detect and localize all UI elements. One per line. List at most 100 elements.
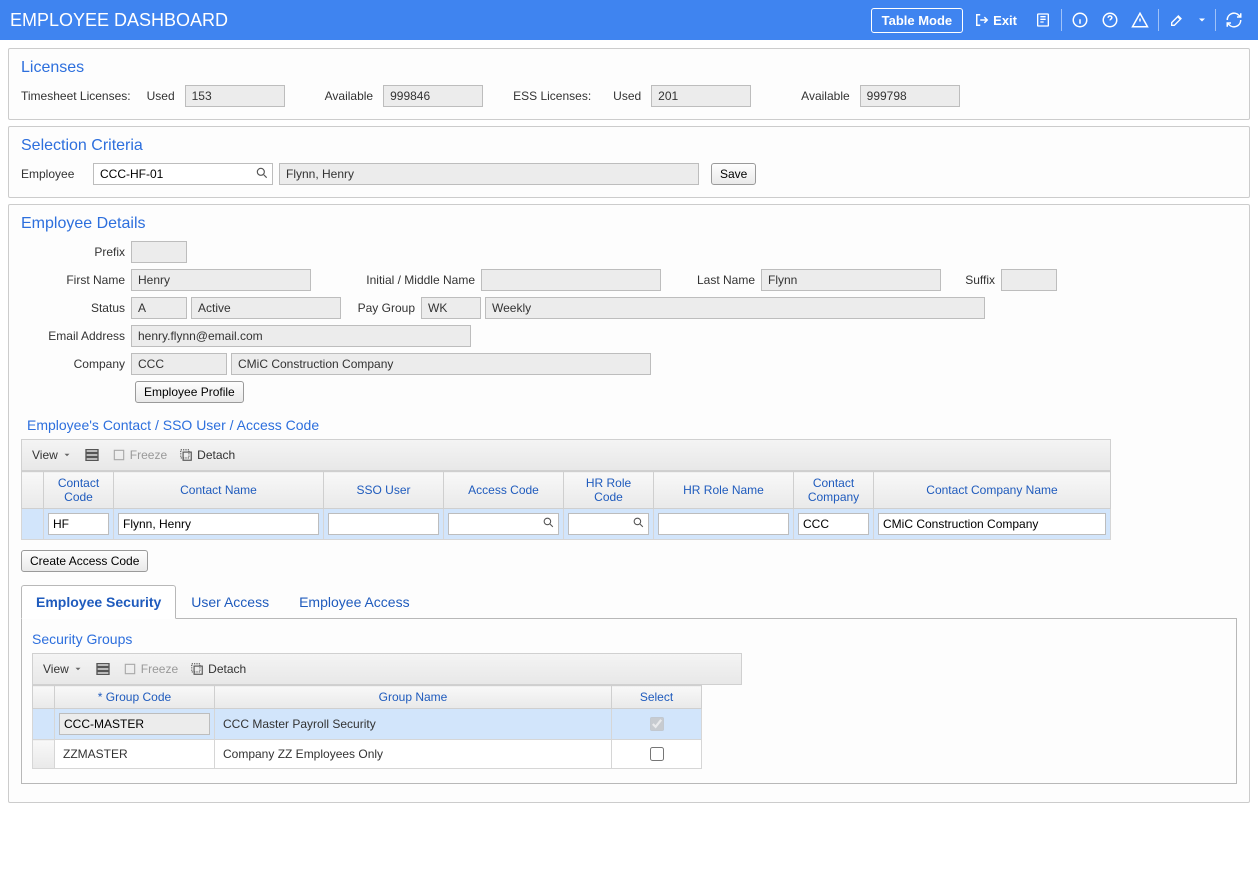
format-icon[interactable] — [95, 661, 111, 677]
status-label: Status — [21, 301, 131, 315]
col-contact-code[interactable]: Contact Code — [44, 472, 114, 509]
available-label: Available — [325, 89, 373, 103]
contact-row[interactable] — [22, 509, 1111, 540]
first-name-label: First Name — [21, 273, 131, 287]
contact-table: Contact Code Contact Name SSO User Acces… — [21, 471, 1111, 540]
paygroup-desc-field — [485, 297, 985, 319]
cell-contact-company-name[interactable] — [878, 513, 1106, 535]
email-label: Email Address — [21, 329, 131, 343]
security-row[interactable]: ZZMASTER Company ZZ Employees Only — [33, 740, 702, 769]
contact-sso-title: Employee's Contact / SSO User / Access C… — [27, 417, 1237, 433]
selection-criteria-title: Selection Criteria — [21, 137, 1237, 155]
employee-label: Employee — [21, 167, 87, 181]
ess-licenses-label: ESS Licenses: — [513, 89, 591, 103]
first-name-field — [131, 269, 311, 291]
help-icon[interactable] — [1096, 6, 1124, 34]
prefix-field — [131, 241, 187, 263]
refresh-icon[interactable] — [1220, 6, 1248, 34]
tab-employee-access[interactable]: Employee Access — [284, 585, 425, 619]
contact-toolbar: View Freeze Detach — [21, 439, 1111, 471]
detach-label: Detach — [208, 662, 246, 676]
detach-button[interactable]: Detach — [179, 448, 235, 462]
exit-button[interactable]: Exit — [969, 9, 1023, 32]
col-group-name[interactable]: Group Name — [215, 686, 612, 709]
cell-hr-role-name[interactable] — [658, 513, 789, 535]
ess-used-label: Used — [613, 89, 641, 103]
security-table: * Group Code Group Name Select CCC Maste… — [32, 685, 702, 769]
notes-icon[interactable] — [1029, 6, 1057, 34]
select-checkbox[interactable] — [650, 747, 664, 761]
info-icon[interactable] — [1066, 6, 1094, 34]
view-menu[interactable]: View — [32, 448, 72, 462]
save-button[interactable]: Save — [711, 163, 756, 185]
selection-criteria-panel: Selection Criteria Employee Save — [8, 126, 1250, 198]
view-menu[interactable]: View — [43, 662, 83, 676]
employee-details-title: Employee Details — [21, 215, 1237, 233]
paygroup-code-field — [421, 297, 481, 319]
cell-contact-code[interactable] — [48, 513, 109, 535]
col-sso-user[interactable]: SSO User — [324, 472, 444, 509]
exit-label: Exit — [993, 13, 1017, 28]
employee-profile-button[interactable]: Employee Profile — [135, 381, 244, 403]
tabs: Employee Security User Access Employee A… — [21, 584, 1237, 619]
freeze-button[interactable]: Freeze — [123, 662, 178, 676]
tab-employee-security[interactable]: Employee Security — [21, 585, 176, 619]
table-mode-button[interactable]: Table Mode — [871, 8, 964, 33]
company-label: Company — [21, 357, 131, 371]
company-code-field — [131, 353, 227, 375]
view-label: View — [43, 662, 69, 676]
freeze-button[interactable]: Freeze — [112, 448, 167, 462]
status-code-field — [131, 297, 187, 319]
col-group-code[interactable]: * Group Code — [55, 686, 215, 709]
middle-name-field — [481, 269, 661, 291]
col-hr-role-name[interactable]: HR Role Name — [654, 472, 794, 509]
suffix-label: Suffix — [941, 273, 1001, 287]
paygroup-label: Pay Group — [341, 301, 421, 315]
col-contact-name[interactable]: Contact Name — [114, 472, 324, 509]
separator — [1158, 9, 1159, 31]
last-name-label: Last Name — [661, 273, 761, 287]
freeze-label: Freeze — [141, 662, 178, 676]
status-desc-field — [191, 297, 341, 319]
col-access-code[interactable]: Access Code — [444, 472, 564, 509]
edit-icon[interactable] — [1163, 6, 1191, 34]
chevron-down-icon — [73, 664, 83, 674]
separator — [1215, 9, 1216, 31]
cell-contact-company[interactable] — [798, 513, 869, 535]
cell-hr-role-code[interactable] — [568, 513, 649, 535]
cell-group-code[interactable] — [59, 713, 210, 735]
security-groups-title: Security Groups — [32, 631, 1226, 647]
col-hr-role-code[interactable]: HR Role Code — [564, 472, 654, 509]
page-title: EMPLOYEE DASHBOARD — [10, 10, 228, 31]
exit-icon — [975, 13, 989, 27]
suffix-field — [1001, 269, 1057, 291]
create-access-code-button[interactable]: Create Access Code — [21, 550, 148, 572]
alert-icon[interactable] — [1126, 6, 1154, 34]
col-contact-company[interactable]: Contact Company — [794, 472, 874, 509]
select-checkbox[interactable] — [650, 717, 664, 731]
freeze-label: Freeze — [130, 448, 167, 462]
employee-code-input[interactable] — [93, 163, 273, 185]
cell-contact-name[interactable] — [118, 513, 319, 535]
chevron-down-icon[interactable] — [1193, 6, 1211, 34]
title-bar-icons — [1029, 6, 1248, 34]
view-label: View — [32, 448, 58, 462]
prefix-label: Prefix — [21, 245, 131, 259]
cell-access-code[interactable] — [448, 513, 559, 535]
tab-user-access[interactable]: User Access — [176, 585, 284, 619]
col-contact-company-name[interactable]: Contact Company Name — [874, 472, 1111, 509]
cell-sso-user[interactable] — [328, 513, 439, 535]
ess-available-field — [860, 85, 960, 107]
cell-group-code: ZZMASTER — [55, 740, 215, 769]
security-toolbar: View Freeze Detach — [32, 653, 742, 685]
security-row[interactable]: CCC Master Payroll Security — [33, 709, 702, 740]
licenses-panel: Licenses Timesheet Licenses: Used Availa… — [8, 48, 1250, 120]
timesheet-licenses-label: Timesheet Licenses: — [21, 89, 131, 103]
detach-button[interactable]: Detach — [190, 662, 246, 676]
title-bar: EMPLOYEE DASHBOARD Table Mode Exit — [0, 0, 1258, 40]
format-icon[interactable] — [84, 447, 100, 463]
cell-group-name: Company ZZ Employees Only — [215, 740, 612, 769]
col-select[interactable]: Select — [612, 686, 702, 709]
employee-name-field — [279, 163, 699, 185]
company-name-field — [231, 353, 651, 375]
